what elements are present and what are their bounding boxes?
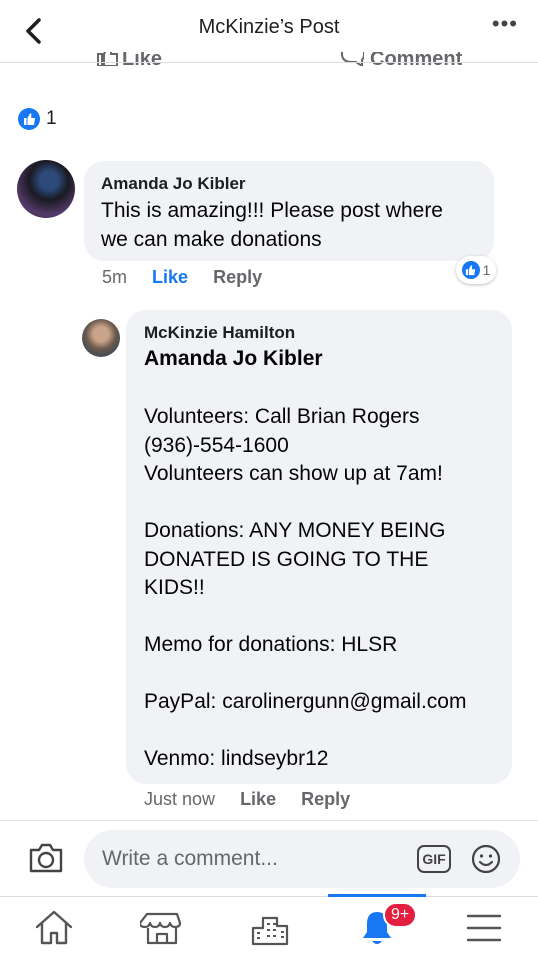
reply-bubble[interactable]: McKinzie Hamilton Amanda Jo Kibler Volun… <box>126 310 512 784</box>
like-action-label[interactable]: Like <box>122 52 162 68</box>
comment-author[interactable]: Amanda Jo Kibler <box>101 174 246 194</box>
notification-badge: 9+ <box>383 902 418 928</box>
like-icon <box>18 108 40 130</box>
mention-tag[interactable]: Amanda Jo Kibler <box>144 345 323 374</box>
divider <box>0 820 538 821</box>
comment-meta: 5m Like Reply <box>102 267 262 288</box>
menu-icon[interactable] <box>462 906 506 950</box>
emoji-icon[interactable] <box>471 844 501 874</box>
marketplace-icon[interactable] <box>140 906 184 950</box>
comment-reaction-badge[interactable]: 1 <box>456 256 496 284</box>
home-icon[interactable] <box>32 906 76 950</box>
comment-action-label[interactable]: Comment <box>370 52 462 68</box>
reply-time: Just now <box>144 789 216 809</box>
groups-icon[interactable] <box>248 906 292 950</box>
avatar[interactable] <box>17 160 75 218</box>
comment-reaction-count: 1 <box>482 262 491 278</box>
reaction-summary[interactable]: 1 <box>18 108 57 130</box>
like-icon <box>461 261 480 279</box>
divider <box>0 896 538 897</box>
gif-icon[interactable]: GIF <box>417 845 451 873</box>
active-tab-indicator <box>328 894 426 897</box>
reply-link[interactable]: Reply <box>301 789 350 809</box>
comment-time: 5m <box>102 267 128 287</box>
like-link[interactable]: Like <box>240 789 276 809</box>
reply-link[interactable]: Reply <box>213 267 262 287</box>
comment-bubble[interactable]: Amanda Jo Kibler This is amazing!!! Plea… <box>84 161 494 261</box>
reply-meta: Just now Like Reply <box>144 789 350 810</box>
like-icon[interactable] <box>96 52 118 66</box>
comment-placeholder: Write a comment... <box>102 847 278 870</box>
camera-icon[interactable] <box>28 842 64 874</box>
top-bar: McKinzie’s Post ••• <box>0 0 538 60</box>
divider <box>0 62 538 63</box>
more-icon[interactable]: ••• <box>492 13 518 35</box>
post-actions-cut: Like Comment <box>0 52 538 68</box>
like-link[interactable]: Like <box>152 267 188 287</box>
reply-author[interactable]: McKinzie Hamilton <box>144 323 295 343</box>
page-title: McKinzie’s Post <box>198 16 340 38</box>
avatar[interactable] <box>82 319 120 357</box>
reaction-count: 1 <box>46 108 57 129</box>
reply-text: Volunteers: Call Brian Rogers (936)-554-… <box>144 405 467 770</box>
comment-icon[interactable] <box>340 52 364 66</box>
comment-text: This is amazing!!! Please post where we … <box>101 199 443 251</box>
